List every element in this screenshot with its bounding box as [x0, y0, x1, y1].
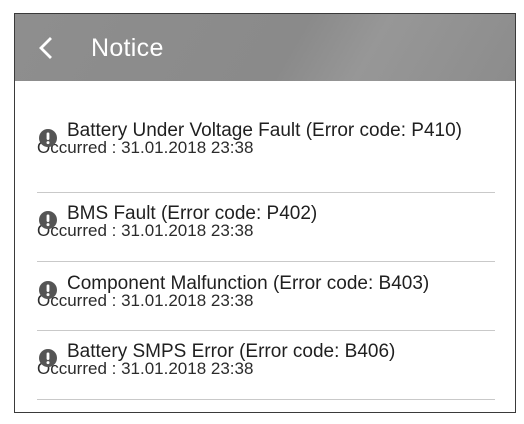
notice-message: Battery Under Voltage Fault (Error code:…	[67, 120, 462, 141]
notice-item[interactable]: Component Malfunction (Error code: B403)…	[37, 262, 495, 331]
notice-occurred: Occurred : 31.01.2018 23:38	[37, 291, 254, 310]
notice-message: Battery SMPS Error (Error code: B406)	[67, 341, 396, 362]
alert-icon	[39, 211, 57, 229]
alert-icon	[39, 129, 57, 147]
page-title: Notice	[91, 34, 164, 62]
notice-item[interactable]: Battery SMPS Error (Error code: B406) Oc…	[37, 331, 495, 400]
notice-item[interactable]: BMS Fault (Error code: P402) Occurred : …	[37, 193, 495, 262]
notice-item[interactable]: Battery Under Voltage Fault (Error code:…	[37, 81, 495, 193]
alert-icon	[39, 349, 57, 367]
notice-message: BMS Fault (Error code: P402)	[67, 203, 318, 224]
notice-list: Battery Under Voltage Fault (Error code:…	[37, 81, 495, 400]
notice-occurred: Occurred : 31.01.2018 23:38	[37, 221, 254, 240]
notice-occurred: Occurred : 31.01.2018 23:38	[37, 359, 254, 378]
chevron-left-icon	[39, 37, 52, 59]
alert-icon	[39, 281, 57, 299]
app-bar: Notice	[15, 14, 515, 81]
notice-screen: Notice Battery Under Voltage Fault (Erro…	[14, 13, 516, 413]
back-button[interactable]	[33, 34, 59, 62]
notice-message: Component Malfunction (Error code: B403)	[67, 273, 430, 294]
notice-occurred: Occurred : 31.01.2018 23:38	[37, 138, 254, 157]
